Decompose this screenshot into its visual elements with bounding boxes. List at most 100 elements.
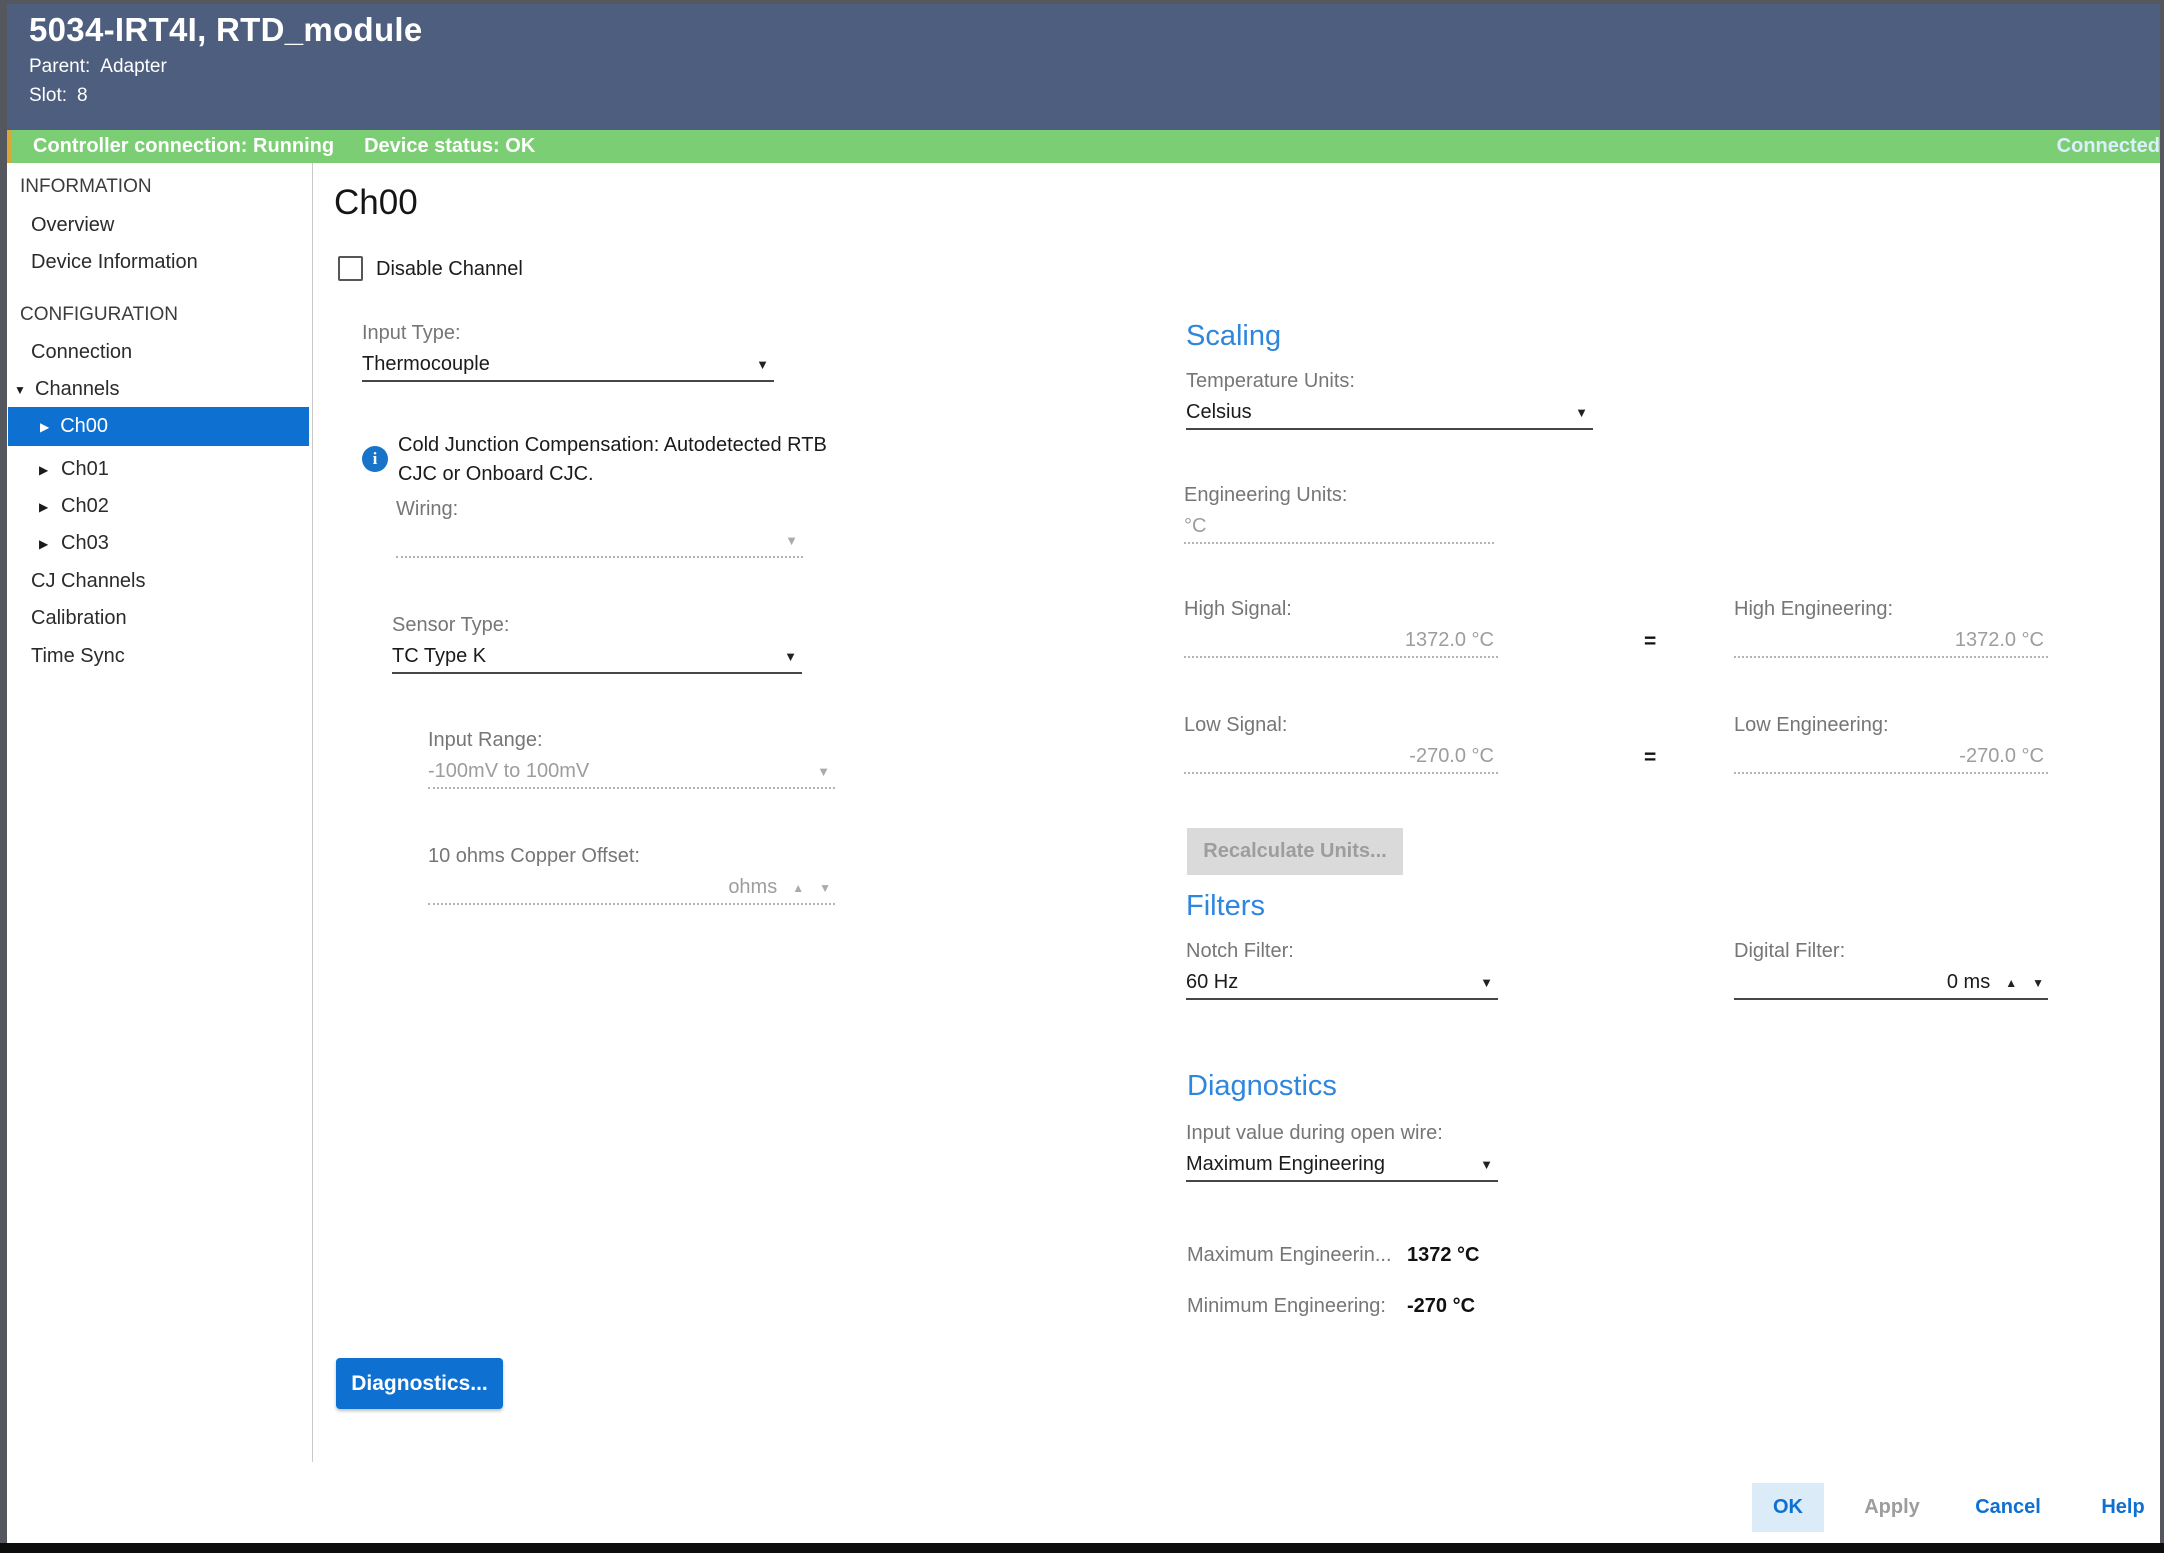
cjc-info-line2: CJC or Onboard CJC.: [398, 460, 848, 489]
status-bar: Controller connection: Running Device st…: [7, 130, 2160, 163]
sensor-type-field: Sensor Type: TC Type K ▼: [392, 614, 802, 674]
spin-down-icon[interactable]: ▼: [2032, 976, 2044, 990]
high-signal-value: 1372.0 °C: [1184, 625, 1498, 658]
high-engineering-value: 1372.0 °C: [1734, 625, 2048, 658]
sidebar-item-calibration[interactable]: Calibration: [31, 607, 127, 630]
sidebar-item-channels[interactable]: Channels: [35, 378, 120, 401]
copper-offset-field: 10 ohms Copper Offset: ohms ▲ ▼: [428, 845, 835, 905]
diagnostics-button[interactable]: Diagnostics...: [336, 1358, 503, 1409]
info-icon: i: [362, 446, 388, 472]
minimum-engineering-value: -270 °C: [1407, 1295, 1475, 1318]
engineering-units-field: Engineering Units: °C: [1184, 484, 1494, 544]
notch-filter-dropdown[interactable]: 60 Hz ▼: [1186, 967, 1498, 1000]
sensor-type-label: Sensor Type:: [392, 614, 802, 641]
copper-offset-label: 10 ohms Copper Offset:: [428, 845, 835, 872]
high-signal-label: High Signal:: [1184, 598, 1498, 625]
section-heading-diagnostics: Diagnostics: [1187, 1070, 1337, 1103]
sidebar-divider: [312, 163, 313, 1462]
collapse-arrow-icon[interactable]: ▼: [14, 383, 26, 397]
minimum-engineering-row: Minimum Engineering: -270 °C: [1187, 1295, 1475, 1318]
expand-arrow-icon[interactable]: ▶: [39, 463, 48, 477]
window-title: 5034-IRT4I, RTD_module: [29, 11, 2160, 49]
expand-arrow-icon: ▶: [40, 420, 49, 434]
channel-heading: Ch00: [334, 183, 418, 223]
disable-channel-checkbox[interactable]: [338, 256, 363, 281]
copper-offset-stepper: ohms ▲ ▼: [428, 872, 835, 905]
section-heading-scaling: Scaling: [1186, 320, 1281, 353]
temperature-units-field: Temperature Units: Celsius ▼: [1186, 370, 1593, 430]
wiring-label: Wiring:: [396, 498, 803, 525]
sidebar-item-overview[interactable]: Overview: [31, 214, 114, 237]
sidebar-item-connection[interactable]: Connection: [31, 341, 132, 364]
slot-label: Slot:: [29, 85, 67, 106]
title-bar: 5034-IRT4I, RTD_module Parent:Adapter Sl…: [7, 4, 2160, 130]
window-border-top: [0, 0, 2164, 4]
temperature-units-dropdown[interactable]: Celsius ▼: [1186, 397, 1593, 430]
open-wire-label: Input value during open wire:: [1186, 1122, 1498, 1149]
controller-connection-status: Controller connection: Running: [33, 135, 334, 158]
status-accent-strip: [7, 130, 11, 163]
wiring-dropdown: ▼: [396, 525, 803, 558]
input-type-field: Input Type: Thermocouple ▼: [362, 322, 774, 382]
open-wire-dropdown[interactable]: Maximum Engineering ▼: [1186, 1149, 1498, 1182]
parent-label: Parent:: [29, 56, 90, 77]
input-type-dropdown[interactable]: Thermocouple ▼: [362, 349, 774, 382]
maximum-engineering-label: Maximum Engineerin...: [1187, 1244, 1407, 1267]
module-properties-window: 5034-IRT4I, RTD_module Parent:Adapter Sl…: [0, 0, 2164, 1553]
low-engineering-value: -270.0 °C: [1734, 741, 2048, 774]
sidebar-item-ch03[interactable]: Ch03: [61, 532, 109, 555]
input-range-label: Input Range:: [428, 729, 835, 756]
apply-button: Apply: [1850, 1483, 1934, 1532]
maximum-engineering-row: Maximum Engineerin... 1372 °C: [1187, 1244, 1480, 1267]
help-button[interactable]: Help: [2090, 1483, 2156, 1532]
sidebar-header-configuration: CONFIGURATION: [20, 304, 178, 326]
engineering-units-label: Engineering Units:: [1184, 484, 1494, 511]
equals-sign: =: [1644, 630, 1656, 654]
minimum-engineering-label: Minimum Engineering:: [1187, 1295, 1407, 1318]
ok-button[interactable]: OK: [1752, 1483, 1824, 1532]
spin-up-icon: ▲: [792, 881, 804, 895]
cjc-info-note: Cold Junction Compensation: Autodetected…: [398, 431, 848, 489]
sidebar-item-ch01[interactable]: Ch01: [61, 458, 109, 481]
chevron-down-icon: ▼: [817, 764, 830, 779]
window-border-left: [0, 0, 7, 1553]
digital-filter-stepper[interactable]: 0 ms ▲ ▼: [1734, 967, 2048, 1000]
expand-arrow-icon[interactable]: ▶: [39, 500, 48, 514]
chevron-down-icon: ▼: [1480, 1157, 1493, 1172]
slot-row: Slot: 8: [29, 85, 2160, 107]
chevron-down-icon: ▼: [784, 649, 797, 664]
digital-filter-label: Digital Filter:: [1734, 940, 2048, 967]
spin-up-icon[interactable]: ▲: [2005, 976, 2017, 990]
disable-channel-label: Disable Channel: [376, 258, 523, 281]
sidebar-item-device-information[interactable]: Device Information: [31, 251, 198, 274]
input-range-field: Input Range: -100mV to 100mV ▼: [428, 729, 835, 789]
spin-down-icon: ▼: [819, 881, 831, 895]
chevron-down-icon: ▼: [1480, 975, 1493, 990]
high-signal-field: High Signal: 1372.0 °C: [1184, 598, 1498, 658]
sidebar-item-ch00[interactable]: ▶ Ch00: [8, 407, 309, 446]
sidebar-item-time-sync[interactable]: Time Sync: [31, 645, 125, 668]
low-signal-field: Low Signal: -270.0 °C: [1184, 714, 1498, 774]
notch-filter-label: Notch Filter:: [1186, 940, 1498, 967]
low-signal-label: Low Signal:: [1184, 714, 1498, 741]
low-signal-value: -270.0 °C: [1184, 741, 1498, 774]
cancel-button[interactable]: Cancel: [1964, 1483, 2052, 1532]
equals-sign: =: [1644, 746, 1656, 770]
digital-filter-field: Digital Filter: 0 ms ▲ ▼: [1734, 940, 2048, 1000]
device-status: Device status: OK: [364, 135, 535, 158]
slot-value: 8: [77, 85, 88, 106]
maximum-engineering-value: 1372 °C: [1407, 1244, 1480, 1267]
expand-arrow-icon[interactable]: ▶: [39, 537, 48, 551]
connection-state-badge: Connected: [2057, 135, 2160, 158]
chevron-down-icon: ▼: [785, 533, 798, 548]
low-engineering-field: Low Engineering: -270.0 °C: [1734, 714, 2048, 774]
low-engineering-label: Low Engineering:: [1734, 714, 2048, 741]
sidebar-item-ch00-label: Ch00: [60, 415, 108, 438]
high-engineering-field: High Engineering: 1372.0 °C: [1734, 598, 2048, 658]
cjc-info-line1: Cold Junction Compensation: Autodetected…: [398, 431, 848, 460]
sidebar-item-cj-channels[interactable]: CJ Channels: [31, 570, 146, 593]
sensor-type-dropdown[interactable]: TC Type K ▼: [392, 641, 802, 674]
engineering-units-value: °C: [1184, 511, 1494, 544]
notch-filter-field: Notch Filter: 60 Hz ▼: [1186, 940, 1498, 1000]
sidebar-item-ch02[interactable]: Ch02: [61, 495, 109, 518]
